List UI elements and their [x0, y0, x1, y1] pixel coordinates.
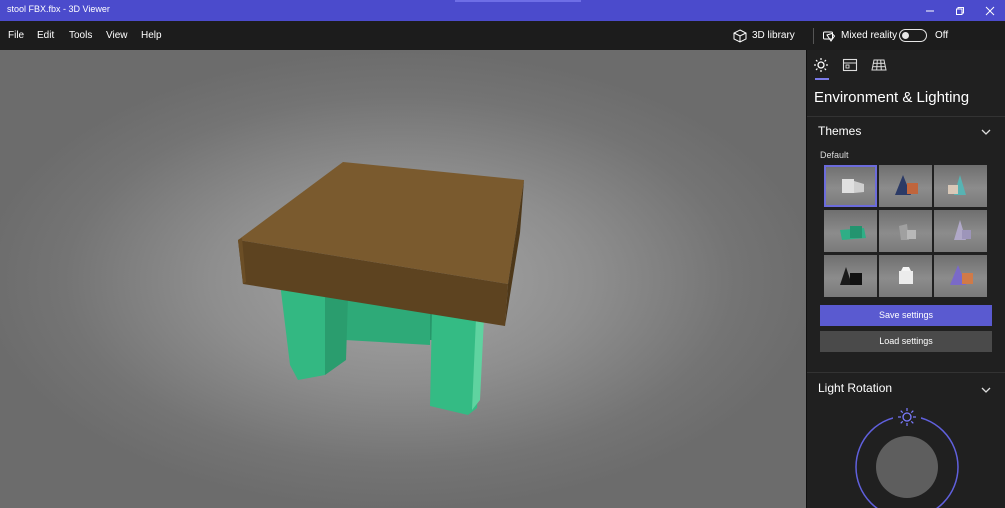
- theme-default-label: Default: [820, 150, 849, 160]
- window-title: stool FBX.fbx - 3D Viewer: [7, 4, 110, 14]
- menu-tools[interactable]: Tools: [69, 21, 92, 50]
- mixed-reality-toggle[interactable]: [899, 29, 927, 42]
- mixed-reality-label: Mixed reality: [841, 30, 898, 41]
- menu-divider: [813, 28, 814, 44]
- front-leg-left-side: [325, 292, 348, 375]
- toggle-state-label: Off: [935, 30, 949, 41]
- menu-bar: File Edit Tools View Help 3D library Mix…: [0, 21, 1005, 50]
- theme-thumbnail[interactable]: [879, 210, 932, 252]
- app-window: stool FBX.fbx - 3D Viewer File Edit Tool…: [0, 0, 1005, 508]
- mixed-reality-button[interactable]: Mixed reality: [822, 21, 897, 50]
- theme-thumbnail[interactable]: [934, 255, 987, 297]
- menu-view[interactable]: View: [106, 21, 128, 50]
- grid-icon[interactable]: [871, 57, 887, 73]
- light-rotation-section-title[interactable]: Light Rotation: [818, 381, 892, 395]
- divider: [807, 116, 1005, 117]
- theme-thumbnail[interactable]: [879, 255, 932, 297]
- menu-help[interactable]: Help: [141, 21, 162, 50]
- themes-section-title[interactable]: Themes: [818, 124, 861, 138]
- menu-file[interactable]: File: [8, 21, 24, 50]
- active-tab-indicator: [815, 78, 829, 80]
- save-settings-button[interactable]: Save settings: [820, 305, 992, 326]
- minimize-icon: [926, 10, 934, 11]
- sun-icon[interactable]: [813, 57, 829, 73]
- restore-icon: [956, 6, 964, 15]
- theme-thumbnail[interactable]: [934, 165, 987, 207]
- library-button[interactable]: 3D library: [733, 21, 795, 50]
- theme-thumbnail[interactable]: [824, 165, 877, 207]
- cube-icon: [733, 28, 747, 43]
- theme-thumbnail[interactable]: [824, 255, 877, 297]
- load-settings-button[interactable]: Load settings: [820, 331, 992, 352]
- front-leg-left: [280, 283, 325, 380]
- toggle-knob: [902, 31, 909, 39]
- menu-edit[interactable]: Edit: [37, 21, 54, 50]
- side-panel: Environment & Lighting Themes Default Sa…: [806, 50, 1005, 508]
- 3d-viewport[interactable]: [0, 50, 806, 508]
- close-icon: [985, 6, 995, 15]
- theme-thumbnail[interactable]: [824, 210, 877, 252]
- close-button[interactable]: [975, 0, 1005, 21]
- minimize-button[interactable]: [915, 0, 945, 21]
- light-rotation-dial[interactable]: [851, 406, 963, 508]
- theme-thumbnail[interactable]: [934, 210, 987, 252]
- library-label: 3D library: [752, 30, 795, 41]
- chevron-down-icon[interactable]: [981, 386, 991, 394]
- restore-button[interactable]: [945, 0, 975, 21]
- stats-panel-icon[interactable]: [842, 57, 858, 73]
- title-bar: stool FBX.fbx - 3D Viewer: [0, 0, 1005, 21]
- mixed-reality-icon: [823, 31, 836, 42]
- title-bar-accent: [455, 0, 581, 2]
- theme-thumbnail[interactable]: [879, 165, 932, 207]
- theme-grid: [824, 165, 988, 297]
- stool-model[interactable]: [0, 50, 806, 508]
- divider: [807, 372, 1005, 373]
- chevron-down-icon[interactable]: [981, 128, 991, 136]
- panel-title: Environment & Lighting: [814, 89, 970, 106]
